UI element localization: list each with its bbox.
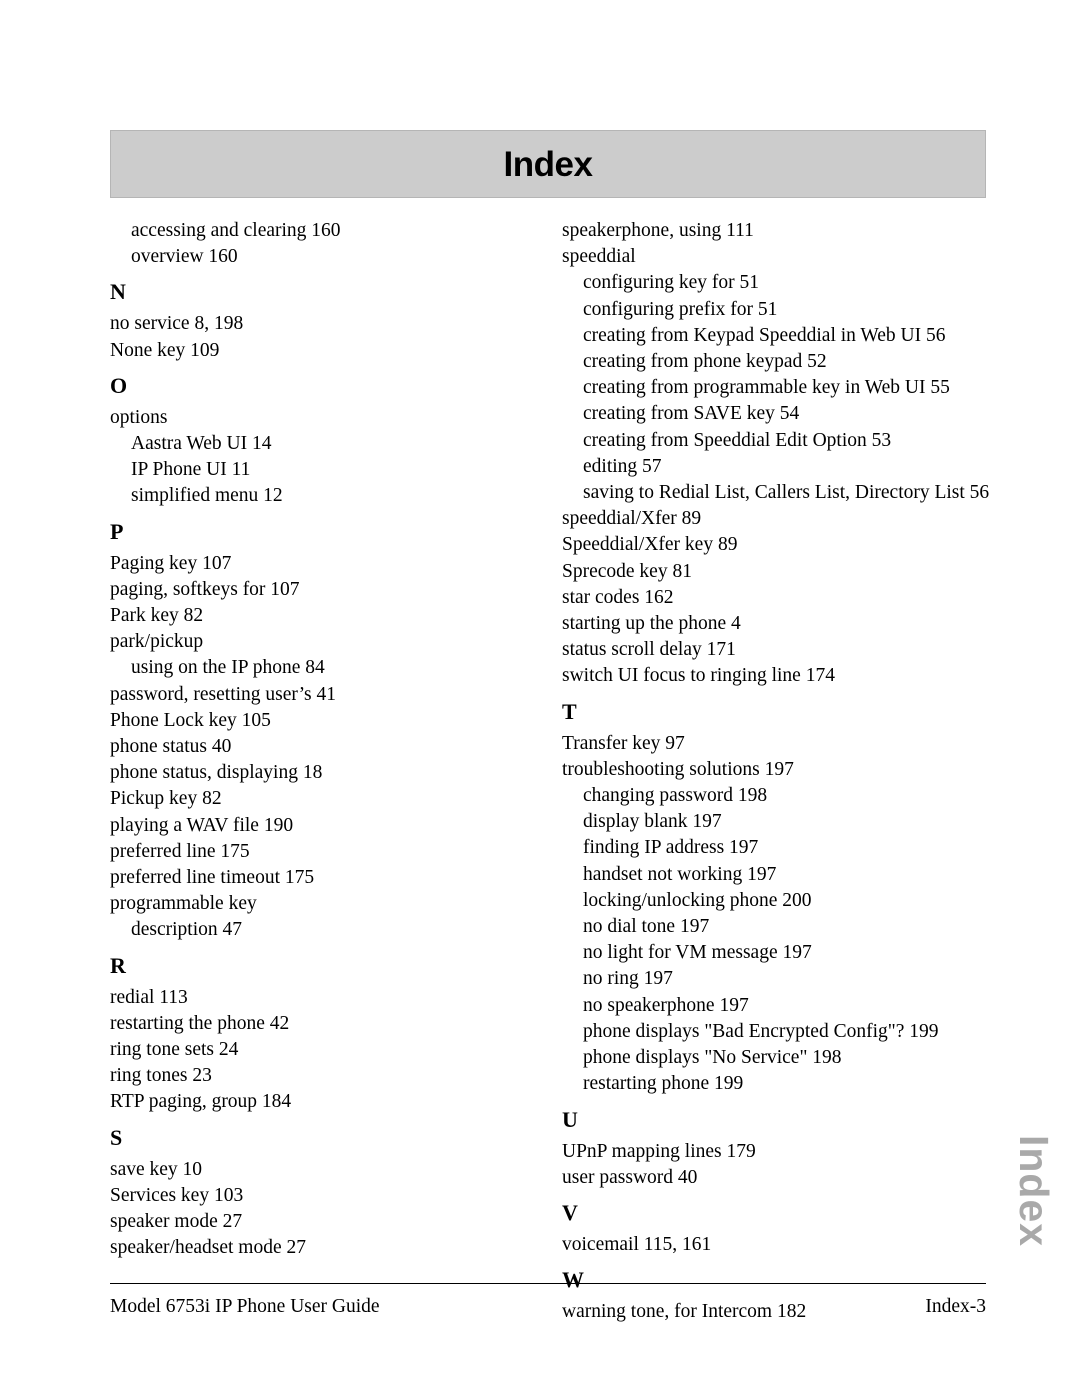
index-entry: creating from SAVE key 54 (583, 403, 800, 425)
index-section-letter: N (110, 279, 126, 305)
index-entry: using on the IP phone 84 (131, 657, 325, 679)
index-entry: speakerphone, using 111 (562, 220, 754, 241)
index-entry: creating from Speeddial Edit Option 53 (583, 429, 892, 451)
index-entry: speaker mode 27 (110, 1211, 243, 1233)
index-entry: Speeddial/Xfer key 89 (562, 534, 738, 556)
index-entry: password, resetting user’s 41 (110, 683, 337, 705)
index-entry: starting up the phone 4 (562, 613, 741, 635)
index-entry: switch UI focus to ringing line 174 (562, 665, 835, 687)
index-entry: phone status 40 (110, 736, 232, 758)
index-entry: programmable key (110, 893, 257, 915)
index-entry: playing a WAV file 190 (110, 814, 294, 836)
index-entry: creating from phone keypad 52 (583, 351, 827, 373)
index-entry: status scroll delay 171 (562, 639, 736, 661)
index-entry: Park key 82 (110, 605, 204, 627)
page-title: Index (503, 144, 593, 184)
index-entry: save key 10 (110, 1158, 203, 1180)
index-entry: changing password 198 (583, 785, 768, 807)
index-entry: Transfer key 97 (562, 732, 685, 754)
index-entry: accessing and clearing 160 (131, 220, 341, 241)
index-entry: user password 40 (562, 1166, 698, 1188)
index-entry: phone displays "Bad Encrypted Config"? 1… (583, 1020, 939, 1042)
footer-divider (110, 1283, 986, 1284)
index-entry: speaker/headset mode 27 (110, 1237, 307, 1259)
index-entry: Sprecode key 81 (562, 560, 692, 582)
index-entry: phone displays "No Service" 198 (583, 1047, 842, 1069)
index-entry: RTP paging, group 184 (110, 1091, 292, 1113)
index-entry: restarting the phone 42 (110, 1012, 290, 1034)
index-column-right: speakerphone, using 111 speeddial configur… (562, 218, 1002, 1325)
index-entry: no ring 197 (583, 968, 673, 990)
index-entry: creating from programmable key in Web UI… (583, 377, 950, 399)
index-entry: ring tones 23 (110, 1065, 212, 1087)
index-entry: star codes 162 (562, 586, 674, 608)
index-entry: finding IP address 197 (583, 837, 759, 859)
index-section-letter: V (562, 1199, 578, 1225)
index-section-letter: T (562, 698, 577, 724)
index-entry: preferred line timeout 175 (110, 867, 315, 889)
index-entry: ring tone sets 24 (110, 1039, 239, 1061)
index-entry: troubleshooting solutions 197 (562, 758, 794, 780)
index-entry: no speakerphone 197 (583, 994, 749, 1016)
index-entry: paging, softkeys for 107 (110, 578, 300, 600)
index-entry: overview 160 (131, 246, 238, 268)
index-section-letter: R (110, 952, 126, 978)
index-entry: phone status, displaying 18 (110, 762, 323, 784)
index-entry: configuring key for 51 (583, 272, 759, 294)
index-entry: Paging key 107 (110, 552, 232, 574)
index-entry: UPnP mapping lines 179 (562, 1140, 756, 1162)
index-section-letter: S (110, 1124, 123, 1150)
index-entry: IP Phone UI 11 (131, 459, 251, 481)
side-tab-label: Index (1011, 1135, 1057, 1248)
index-entry: no dial tone 197 (583, 916, 710, 938)
index-entry: configuring prefix for 51 (583, 298, 778, 320)
page-footer: Model 6753i IP Phone User Guide Index-3 (110, 1283, 986, 1319)
index-entry: Phone Lock key 105 (110, 709, 271, 731)
footer-row: Model 6753i IP Phone User Guide Index-3 (110, 1295, 986, 1319)
index-entry: preferred line 175 (110, 840, 250, 862)
index-entry: Aastra Web UI 14 (131, 433, 272, 455)
index-entry: None key 109 (110, 339, 220, 361)
index-entry: creating from Keypad Speeddial in Web UI… (583, 324, 946, 346)
index-section-letter: U (562, 1106, 578, 1132)
side-tab: Index (1008, 1135, 1068, 1335)
index-entry: park/pickup (110, 631, 204, 653)
index-entry: restarting phone 199 (583, 1073, 744, 1095)
index-section-letter: O (110, 372, 128, 398)
index-header-banner: Index (110, 130, 986, 198)
index-entry: no service 8, 198 (110, 313, 244, 335)
index-entry: locking/unlocking phone 200 (583, 889, 812, 911)
index-body: accessing and clearing 160 overview 160 Nn… (0, 218, 1080, 1322)
index-entry: no light for VM message 197 (583, 942, 812, 964)
index-column-left: accessing and clearing 160 overview 160 Nn… (110, 218, 550, 1262)
footer-guide-title: Model 6753i IP Phone User Guide (110, 1296, 380, 1317)
index-entry: simplified menu 12 (131, 485, 283, 507)
index-entry: description 47 (131, 919, 243, 941)
index-entry: editing 57 (583, 455, 662, 477)
footer-page-number: Index-3 (925, 1296, 986, 1317)
index-entry: handset not working 197 (583, 863, 777, 885)
index-entry: redial 113 (110, 986, 188, 1008)
index-entry: Pickup key 82 (110, 788, 222, 810)
index-entry: speeddial/Xfer 89 (562, 508, 702, 530)
index-entry: display blank 197 (583, 811, 722, 833)
index-entry: saving to Redial List, Callers List, Dir… (583, 482, 990, 504)
index-entry: options (110, 406, 168, 428)
index-entry: voicemail 115, 161 (562, 1233, 712, 1255)
index-entry: Services key 103 (110, 1184, 244, 1206)
index-entry: speeddial (562, 246, 636, 268)
index-section-letter: P (110, 518, 124, 544)
